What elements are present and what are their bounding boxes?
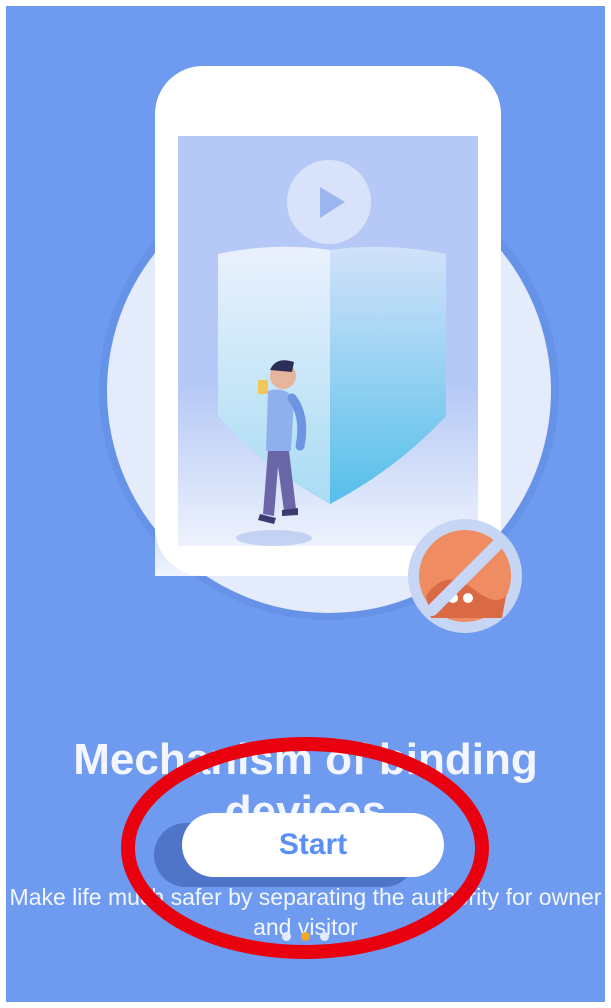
- prohibited-icon: [408, 519, 522, 633]
- page-dot[interactable]: [320, 932, 329, 941]
- play-icon: [287, 160, 371, 244]
- start-button[interactable]: Start: [182, 813, 444, 877]
- page-indicator: [6, 932, 605, 942]
- onboarding-screen: Mechanism of binding devices Start Make …: [6, 6, 605, 1002]
- hero-illustration: [99, 66, 559, 633]
- page-dot-active[interactable]: [301, 932, 310, 941]
- page-dot[interactable]: [282, 932, 291, 941]
